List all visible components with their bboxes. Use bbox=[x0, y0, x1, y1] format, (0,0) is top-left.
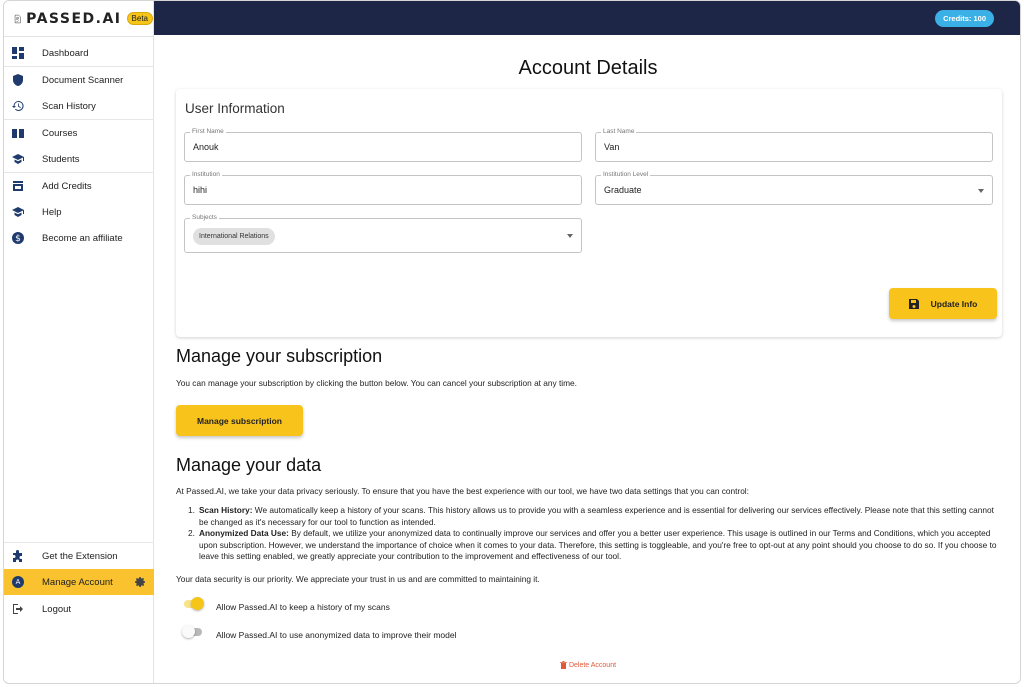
sidebar-item-label: Get the Extension bbox=[42, 550, 118, 562]
list-text: By default, we utilize your anonymized d… bbox=[199, 528, 997, 561]
list-number: 2. bbox=[188, 528, 195, 538]
toggle-knob bbox=[182, 625, 195, 638]
sidebar-item-students[interactable]: Students bbox=[4, 146, 154, 172]
card-title: User Information bbox=[185, 101, 285, 116]
top-bar: Credits: 100 bbox=[154, 1, 1020, 35]
subscription-text: You can manage your subscription by clic… bbox=[176, 378, 577, 388]
data-heading: Manage your data bbox=[176, 455, 322, 475]
button-label: Update Info bbox=[930, 298, 978, 309]
toggle-knob bbox=[191, 597, 204, 610]
button-label: Manage subscription bbox=[196, 415, 282, 426]
list-text: We automatically keep a history of your … bbox=[199, 505, 994, 527]
trash-icon bbox=[559, 661, 567, 669]
field-value: Graduate bbox=[604, 185, 642, 195]
data-closing: Your data security is our priority. We a… bbox=[176, 574, 540, 584]
brand[interactable]: PASSED.AI Beta bbox=[4, 1, 153, 37]
avatar: A bbox=[12, 576, 24, 588]
graduation-cap-icon bbox=[12, 206, 24, 218]
data-intro: At Passed.AI, we take your data privacy … bbox=[176, 486, 749, 496]
sidebar-item-label: Logout bbox=[42, 603, 72, 615]
field-label: Institution Level bbox=[601, 171, 651, 178]
shield-icon bbox=[12, 74, 24, 86]
sidebar-item-add-credits[interactable]: Add Credits bbox=[4, 173, 154, 199]
sidebar-item-affiliate[interactable]: $ Become an affiliate bbox=[4, 225, 154, 251]
chevron-down-icon bbox=[567, 234, 573, 238]
logo-icon bbox=[14, 14, 21, 23]
field-label: First Name bbox=[190, 128, 226, 135]
sidebar-item-label: Dashboard bbox=[42, 47, 89, 59]
logout-icon bbox=[12, 603, 24, 615]
first-name-field[interactable]: First Name Anouk bbox=[184, 128, 582, 162]
history-icon bbox=[12, 100, 24, 112]
main-content: Account Details User Information First N… bbox=[154, 35, 1020, 683]
field-label: Subjects bbox=[190, 214, 219, 221]
subscription-heading: Manage your subscription bbox=[176, 346, 383, 366]
graduation-cap-icon bbox=[12, 153, 24, 165]
field-label: Institution bbox=[190, 171, 222, 178]
app-window: PASSED.AI Beta Dashboard Document Scanne… bbox=[3, 0, 1021, 684]
institution-level-select[interactable]: Institution Level Graduate bbox=[595, 171, 993, 205]
sidebar-item-label: Become an affiliate bbox=[42, 232, 123, 244]
sidebar-item-manage-account[interactable]: A Manage Account bbox=[4, 569, 154, 595]
sidebar-item-document-scanner[interactable]: Document Scanner bbox=[4, 67, 154, 93]
anonymized-data-toggle[interactable] bbox=[182, 625, 202, 638]
toggle-label: Allow Passed.AI to use anonymized data t… bbox=[216, 630, 457, 640]
store-icon bbox=[12, 180, 24, 192]
chevron-down-icon bbox=[978, 189, 984, 193]
field-value: hihi bbox=[193, 185, 208, 195]
dashboard-icon bbox=[12, 47, 24, 59]
sidebar-item-label: Document Scanner bbox=[42, 74, 124, 86]
book-icon bbox=[12, 127, 24, 139]
sidebar-item-logout[interactable]: Logout bbox=[4, 596, 154, 622]
data-settings-list: 1. Scan History: We automatically keep a … bbox=[188, 505, 998, 563]
sidebar-item-help[interactable]: Help bbox=[4, 199, 154, 225]
list-number: 1. bbox=[188, 505, 195, 515]
sidebar-item-courses[interactable]: Courses bbox=[4, 120, 154, 146]
brand-name: PASSED.AI bbox=[26, 10, 122, 27]
institution-field[interactable]: Institution hihi bbox=[184, 171, 582, 205]
subjects-select[interactable]: Subjects International Relations bbox=[184, 214, 582, 253]
subject-chip[interactable]: International Relations bbox=[193, 228, 275, 245]
credits-badge[interactable]: Credits: 100 bbox=[935, 10, 994, 27]
sidebar-item-label: Help bbox=[42, 206, 62, 218]
sidebar-item-label: Scan History bbox=[42, 100, 96, 112]
scan-history-toggle[interactable] bbox=[184, 597, 204, 610]
sidebar-item-label: Courses bbox=[42, 127, 78, 139]
delete-account-label: Delete Account bbox=[568, 661, 617, 669]
list-item: 1. Scan History: We automatically keep a … bbox=[188, 505, 998, 528]
sidebar-item-label: Add Credits bbox=[42, 180, 92, 192]
sidebar-item-scan-history[interactable]: Scan History bbox=[4, 93, 154, 119]
sidebar-item-get-extension[interactable]: Get the Extension bbox=[4, 543, 154, 569]
field-label: Last Name bbox=[601, 128, 637, 135]
sidebar-item-label: Manage Account bbox=[42, 576, 113, 588]
dollar-icon: $ bbox=[12, 232, 24, 244]
beta-badge: Beta bbox=[126, 12, 153, 25]
puzzle-icon bbox=[12, 550, 24, 562]
svg-text:$: $ bbox=[15, 234, 21, 244]
delete-account-link[interactable]: Delete Account bbox=[154, 661, 1020, 669]
manage-subscription-button[interactable]: Manage subscription bbox=[176, 405, 303, 436]
list-term: Scan History: bbox=[199, 505, 253, 515]
user-information-card: User Information First Name Anouk Last N… bbox=[176, 89, 1002, 337]
sidebar: PASSED.AI Beta Dashboard Document Scanne… bbox=[4, 1, 154, 683]
toggle-label: Allow Passed.AI to keep a history of my … bbox=[216, 602, 390, 612]
field-value: Anouk bbox=[193, 142, 219, 152]
last-name-field[interactable]: Last Name Van bbox=[595, 128, 993, 162]
sidebar-item-dashboard[interactable]: Dashboard bbox=[4, 40, 154, 66]
sidebar-item-label: Students bbox=[42, 153, 80, 165]
gear-icon[interactable] bbox=[134, 576, 146, 588]
page-title: Account Details bbox=[518, 57, 658, 79]
save-icon bbox=[908, 298, 919, 309]
update-info-button[interactable]: Update Info bbox=[889, 288, 997, 319]
list-item: 2. Anonymized Data Use: By default, we ut… bbox=[188, 528, 998, 563]
field-value: Van bbox=[604, 142, 620, 152]
list-term: Anonymized Data Use: bbox=[199, 528, 289, 538]
